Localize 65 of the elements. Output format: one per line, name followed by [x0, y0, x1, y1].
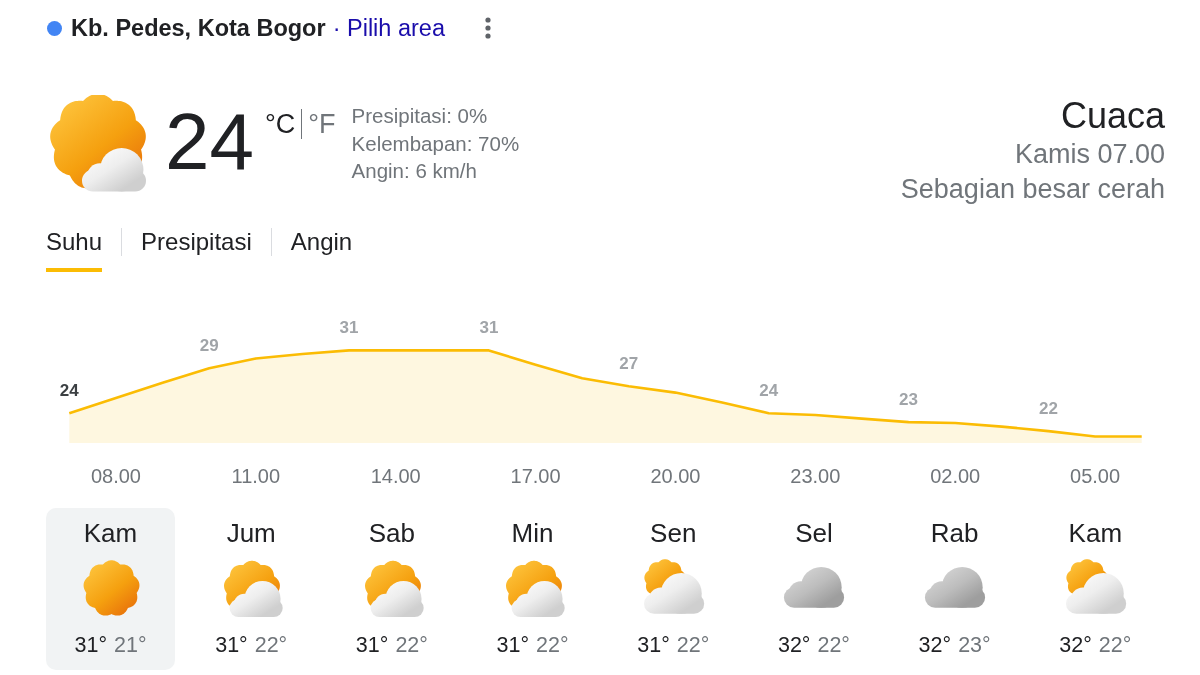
high-temperature: 32° [918, 632, 952, 658]
weather-detail: Kelembapan: 70% [351, 130, 520, 157]
temperature-label: 24 [759, 381, 779, 401]
high-temperature: 32° [777, 632, 811, 658]
high-temperature: 31° [215, 632, 248, 658]
high-temperature: 32° [1059, 632, 1092, 658]
day-forecast-card[interactable]: Jum 31° 22° [186, 508, 316, 670]
low-temperature: 22° [817, 632, 850, 658]
temperature-label: 27 [619, 354, 639, 374]
day-forecast-card[interactable]: Min 31° 22° [468, 508, 598, 670]
temperature-label: 23 [899, 390, 918, 410]
high-temperature: 31° [637, 632, 670, 658]
hour-label: 23.00 [790, 465, 841, 487]
weather-title: Cuaca [1060, 95, 1165, 137]
chart-tab[interactable]: Suhu [46, 228, 103, 272]
location-name: Kb. Pedes, Kota Bogor [71, 14, 326, 43]
hour-label: 05.00 [1070, 465, 1121, 487]
weather-condition: Sebagian besar cerah [900, 173, 1165, 206]
hour-label: 08.00 [90, 465, 141, 487]
hour-label: 14.00 [370, 465, 421, 487]
chart-tab[interactable]: Presipitasi [141, 228, 252, 272]
temperature-label: 31 [479, 318, 499, 338]
location-dot-icon [47, 20, 62, 36]
high-temperature: 31° [355, 632, 389, 658]
day-name: Sel [795, 518, 833, 548]
low-temperature: 22° [536, 632, 569, 658]
hour-label: 17.00 [510, 465, 561, 487]
unit-toggle[interactable]: °C [265, 109, 296, 139]
low-temperature: 22° [1098, 632, 1132, 658]
low-temperature: 21° [114, 632, 147, 658]
low-temperature: 22° [254, 632, 288, 658]
day-forecast-card[interactable]: Sel 32° 22° [749, 508, 879, 670]
current-temperature: 24 [165, 102, 254, 182]
weather-time: Kamis 07.00 [1014, 138, 1165, 171]
unit-toggle[interactable]: °F [308, 109, 336, 139]
more-options-icon[interactable] [484, 17, 491, 39]
hour-label: 11.00 [231, 465, 281, 487]
day-name: Jum [226, 518, 276, 548]
day-forecast-card[interactable]: Kam 32° 22° [1030, 508, 1160, 670]
day-forecast-card[interactable]: Sab 31° 22° [327, 508, 457, 670]
hour-label: 20.00 [650, 465, 701, 487]
day-name: Sab [368, 518, 415, 548]
hour-label: 02.00 [930, 465, 981, 487]
low-temperature: 22° [395, 632, 428, 658]
high-temperature: 31° [74, 632, 107, 658]
day-name: Kam [1068, 518, 1123, 548]
low-temperature: 22° [676, 632, 710, 658]
weather-detail: Presipitasi: 0% [351, 103, 489, 129]
day-name: Rab [930, 518, 979, 548]
chart-tab[interactable]: Angin [290, 228, 353, 272]
weather-detail: Angin: 6 km/h [351, 158, 478, 184]
day-name: Kam [83, 518, 138, 548]
temperature-label: 22 [1039, 399, 1058, 419]
choose-area-link[interactable]: · Pilih area [332, 13, 445, 43]
temperature-label: 29 [199, 336, 219, 356]
high-temperature: 31° [496, 632, 530, 658]
day-name: Min [511, 518, 554, 548]
current-temperature-label: 24 [59, 381, 79, 401]
day-forecast-card[interactable]: Sen 31° 22° [608, 508, 738, 670]
day-forecast-card[interactable]: Kam 31° 21° [46, 508, 175, 670]
low-temperature: 23° [958, 632, 991, 658]
day-name: Sen [650, 518, 697, 548]
sun-behind-cloud-icon [48, 95, 148, 195]
day-forecast-card[interactable]: Rab 32° 23° [890, 508, 1020, 670]
temperature-label: 31 [339, 318, 359, 338]
